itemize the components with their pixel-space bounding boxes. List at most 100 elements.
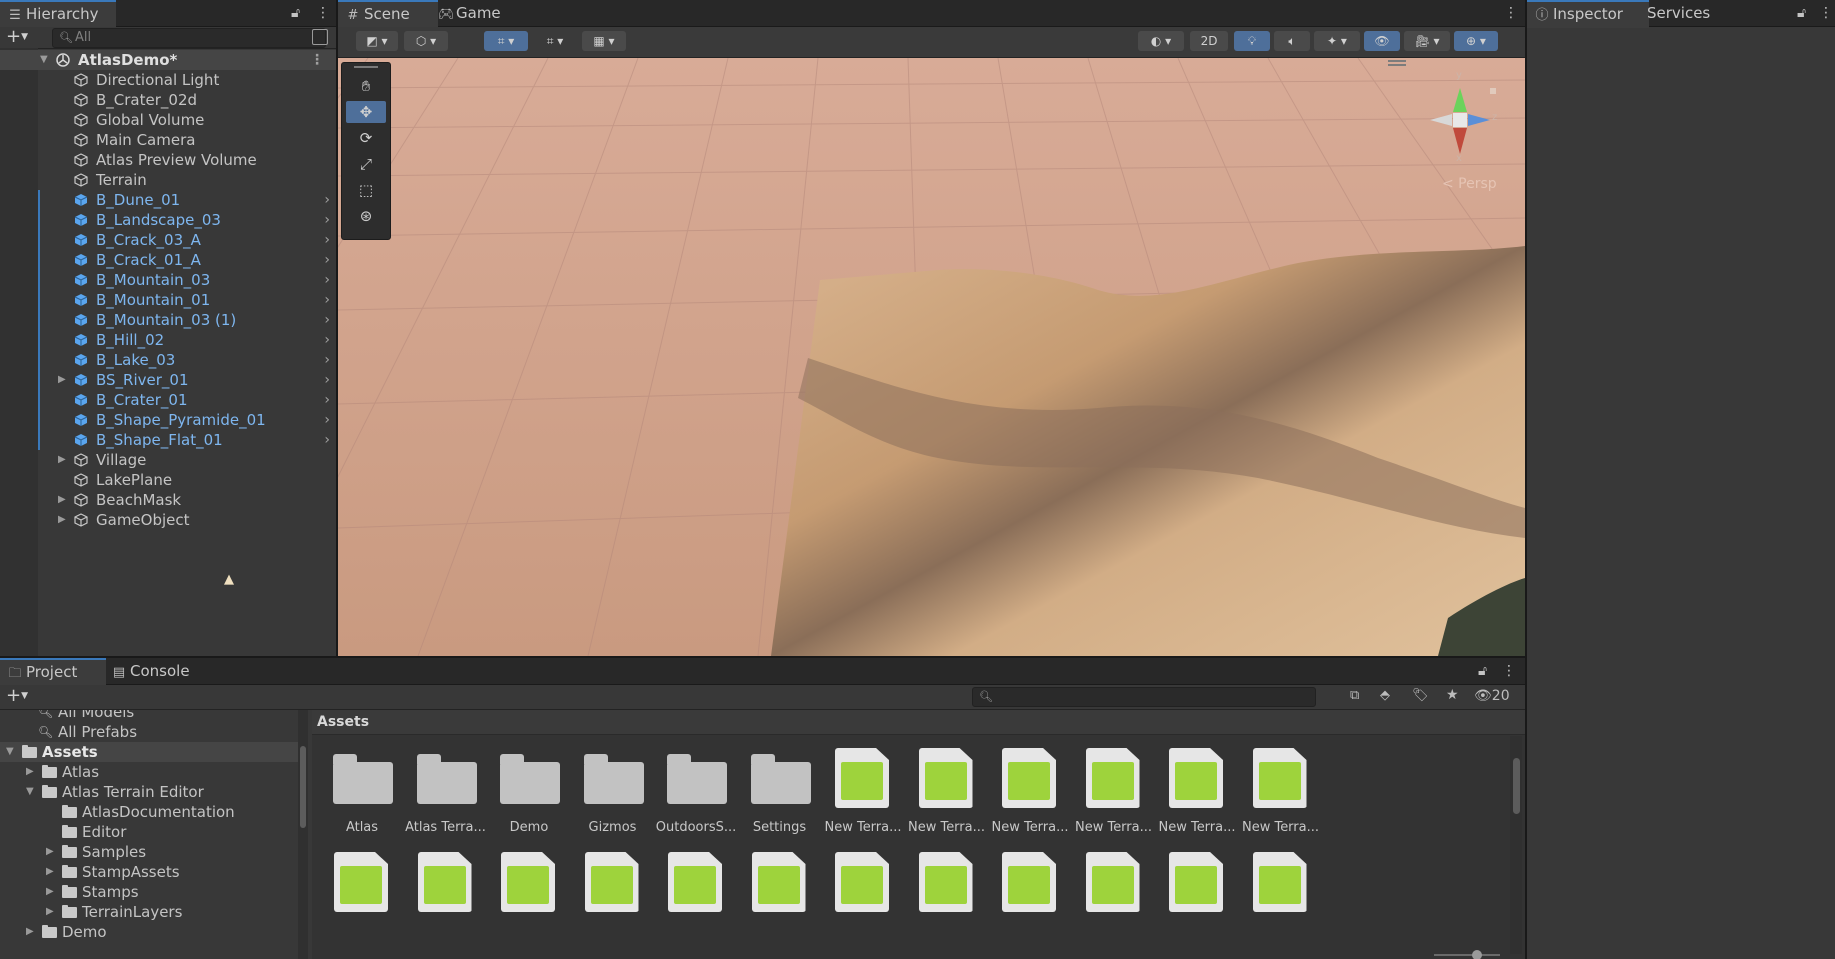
asset-folder[interactable]: Atlas Terra... bbox=[400, 746, 492, 835]
hierarchy-item[interactable]: ▶ BeachMask bbox=[0, 490, 336, 510]
asset-terrain-file[interactable]: New Terra... bbox=[984, 746, 1076, 835]
create-add-button[interactable]: +▼ bbox=[6, 27, 28, 47]
asset-terrain-file[interactable]: New Terra... bbox=[1151, 746, 1243, 835]
fold-closed-icon[interactable]: ▶ bbox=[46, 902, 54, 922]
inspector-menu-icon[interactable]: ⋮ bbox=[1819, 0, 1833, 26]
asset-terrain-file[interactable]: New Terra... bbox=[817, 746, 909, 835]
hierarchy-item[interactable]: Global Volume bbox=[0, 110, 336, 130]
gizmo-drag-handle[interactable] bbox=[1388, 60, 1406, 62]
fold-open-icon[interactable]: ▼ bbox=[26, 782, 34, 802]
project-tree-item[interactable]: ▶ TerrainLayers bbox=[0, 902, 300, 922]
asset-terrain-file[interactable] bbox=[734, 850, 826, 916]
project-tree-item[interactable]: Editor bbox=[0, 822, 300, 842]
fold-closed-icon[interactable]: ▶ bbox=[26, 922, 34, 942]
hierarchy-item[interactable]: B_Mountain_01 › bbox=[0, 290, 336, 310]
asset-folder[interactable]: Demo bbox=[483, 746, 575, 835]
asset-terrain-file[interactable]: New Terra... bbox=[1068, 746, 1160, 835]
hierarchy-item[interactable]: Main Camera bbox=[0, 130, 336, 150]
chevron-right-icon[interactable]: › bbox=[324, 190, 330, 210]
chevron-right-icon[interactable]: › bbox=[324, 210, 330, 230]
fold-open-icon[interactable]: ▼ bbox=[6, 742, 14, 762]
hierarchy-item[interactable]: B_Mountain_03 › bbox=[0, 270, 336, 290]
asset-terrain-file[interactable] bbox=[400, 850, 492, 916]
asset-terrain-file[interactable] bbox=[316, 850, 408, 916]
hierarchy-item[interactable]: LakePlane bbox=[0, 470, 336, 490]
hierarchy-item[interactable]: B_Hill_02 › bbox=[0, 330, 336, 350]
grid-snapping-toggle[interactable]: ⌗ ▾ bbox=[484, 31, 528, 51]
hierarchy-search-input[interactable]: 🔍︎ All bbox=[52, 28, 326, 48]
project-tree-item[interactable]: AtlasDocumentation bbox=[0, 802, 300, 822]
project-lock-icon[interactable]: 🔓︎ bbox=[1478, 658, 1487, 684]
transform-tool-icon[interactable]: ⊛ bbox=[346, 205, 386, 227]
move-tool-icon[interactable]: ✥ bbox=[346, 101, 386, 123]
hierarchy-item[interactable]: B_Crack_03_A › bbox=[0, 230, 336, 250]
toolstrip-handle[interactable] bbox=[354, 66, 378, 68]
hidden-packages-toggle[interactable]: 👁︎20 bbox=[1474, 688, 1510, 704]
tree-scrollbar-thumb[interactable] bbox=[300, 746, 306, 828]
tab-game[interactable]: 🎮︎Game bbox=[430, 0, 528, 26]
chevron-right-icon[interactable]: › bbox=[324, 330, 330, 350]
asset-terrain-file[interactable] bbox=[901, 850, 993, 916]
project-search-input[interactable]: 🔍︎ bbox=[972, 687, 1316, 707]
asset-terrain-file[interactable] bbox=[984, 850, 1076, 916]
icon-size-slider[interactable] bbox=[1434, 950, 1500, 959]
chevron-right-icon[interactable]: › bbox=[324, 290, 330, 310]
scene-menu-icon[interactable]: ⋮ bbox=[1504, 0, 1518, 26]
chevron-right-icon[interactable]: › bbox=[324, 410, 330, 430]
asset-folder[interactable]: Settings bbox=[734, 746, 826, 835]
search-by-type-icon[interactable]: ⧉ bbox=[1350, 688, 1359, 703]
asset-folder[interactable]: OutdoorsS... bbox=[650, 746, 742, 835]
grid-visibility-dropdown[interactable]: ▦ ▾ bbox=[582, 31, 626, 51]
chevron-right-icon[interactable]: › bbox=[324, 390, 330, 410]
tab-project[interactable]: 🗀 Project bbox=[0, 658, 106, 686]
fold-closed-icon[interactable]: ▶ bbox=[58, 490, 66, 510]
tab-hierarchy[interactable]: ☰ Hierarchy bbox=[0, 0, 116, 28]
hierarchy-item[interactable]: B_Dune_01 › bbox=[0, 190, 336, 210]
hierarchy-item[interactable]: Directional Light bbox=[0, 70, 336, 90]
fold-closed-icon[interactable]: ▶ bbox=[46, 842, 54, 862]
toggle-2d-button[interactable]: 2D bbox=[1190, 31, 1228, 51]
search-filter-icon[interactable] bbox=[312, 29, 328, 45]
chevron-right-icon[interactable]: › bbox=[324, 370, 330, 390]
favorite-star-icon[interactable]: ★ bbox=[1446, 687, 1459, 703]
project-tree-item[interactable]: ▶ Stamps bbox=[0, 882, 300, 902]
tab-services[interactable]: Services bbox=[1639, 0, 1737, 26]
fold-closed-icon[interactable]: ▶ bbox=[58, 370, 66, 390]
project-tree-item[interactable]: ▶ Demo bbox=[0, 922, 300, 942]
hierarchy-item[interactable]: B_Landscape_03 › bbox=[0, 210, 336, 230]
hierarchy-item[interactable]: B_Mountain_03 (1) › bbox=[0, 310, 336, 330]
hierarchy-item[interactable]: B_Shape_Flat_01 › bbox=[0, 430, 336, 450]
scale-tool-icon[interactable]: ⤢ bbox=[346, 153, 386, 175]
chevron-right-icon[interactable]: › bbox=[324, 230, 330, 250]
audio-toggle-icon[interactable]: 🔈︎ bbox=[1274, 31, 1310, 51]
fold-closed-icon[interactable]: ▶ bbox=[58, 450, 66, 470]
filter-type-icon[interactable]: ⬘ bbox=[1380, 688, 1390, 703]
project-create-button[interactable]: +▼ bbox=[6, 686, 28, 706]
effects-dropdown-icon[interactable]: ✦ ▾ bbox=[1314, 31, 1360, 51]
label-tag-icon[interactable]: 🏷︎ bbox=[1412, 688, 1429, 703]
asset-scrollbar-thumb[interactable] bbox=[1513, 758, 1520, 814]
chevron-right-icon[interactable]: › bbox=[324, 310, 330, 330]
hierarchy-item[interactable]: B_Lake_03 › bbox=[0, 350, 336, 370]
fold-closed-icon[interactable]: ▶ bbox=[58, 510, 66, 530]
project-tree-item[interactable]: ▶ Samples bbox=[0, 842, 300, 862]
hidden-objects-toggle-icon[interactable]: 👁︎ bbox=[1364, 31, 1400, 51]
hand-tool-icon[interactable]: ✋︎ bbox=[346, 75, 386, 97]
chevron-right-icon[interactable]: › bbox=[324, 250, 330, 270]
project-tree-item[interactable]: ▼ Assets bbox=[0, 742, 300, 762]
project-tree-item[interactable]: ▼ Atlas Terrain Editor bbox=[0, 782, 300, 802]
asset-terrain-file[interactable] bbox=[483, 850, 575, 916]
asset-terrain-file[interactable] bbox=[650, 850, 742, 916]
asset-terrain-file[interactable] bbox=[1151, 850, 1243, 916]
project-tree-item[interactable]: ▶ StampAssets bbox=[0, 862, 300, 882]
draw-mode-dropdown[interactable]: ◩ ▾ bbox=[356, 31, 398, 51]
icon-size-slider-handle[interactable] bbox=[1472, 950, 1482, 959]
asset-folder[interactable]: Atlas bbox=[316, 746, 408, 835]
scene-menu-icon[interactable]: ⋮ bbox=[310, 50, 324, 70]
project-tree-item[interactable]: 🔍︎ All Models bbox=[0, 710, 300, 722]
asset-terrain-file[interactable]: New Terra... bbox=[901, 746, 993, 835]
lock-icon[interactable]: 🔓︎ bbox=[291, 0, 300, 26]
hierarchy-item[interactable]: Atlas Preview Volume bbox=[0, 150, 336, 170]
inspector-lock-icon[interactable]: 🔓︎ bbox=[1797, 0, 1806, 26]
asset-terrain-file[interactable]: New Terra... bbox=[1235, 746, 1327, 835]
